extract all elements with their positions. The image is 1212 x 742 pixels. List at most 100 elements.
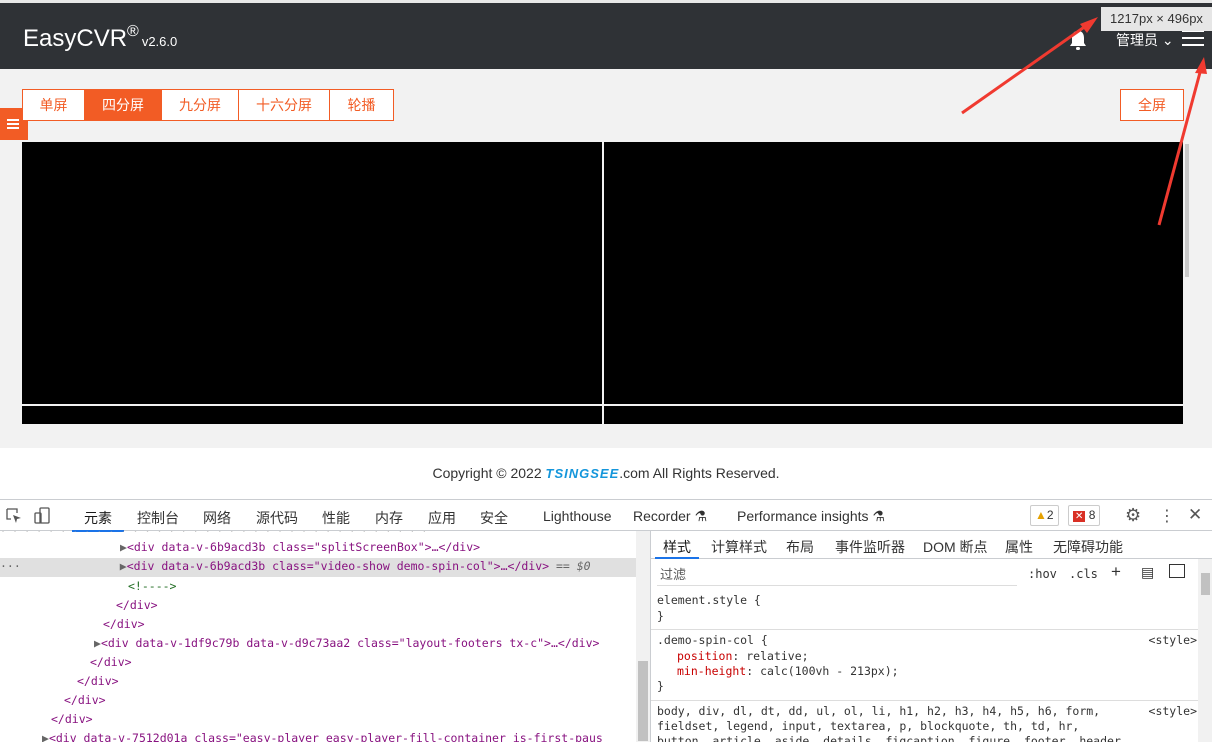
elements-scrollbar[interactable] — [636, 531, 650, 742]
tab-security[interactable]: 安全 — [480, 508, 508, 528]
warning-icon: ▲ — [1035, 508, 1047, 522]
page-scrollbar[interactable] — [1185, 144, 1189, 277]
tab-label: 十六分屏 — [256, 97, 312, 113]
tab-memory[interactable]: 内存 — [375, 508, 403, 528]
tab-single-screen[interactable]: 单屏 — [23, 90, 85, 120]
video-player-2[interactable] — [604, 142, 1183, 404]
tab-application[interactable]: 应用 — [428, 508, 456, 528]
tab-performance-insights[interactable]: Performance insights ⚗ — [737, 508, 885, 525]
dom-close-tag[interactable]: </div> — [77, 674, 119, 688]
warnings-count: 2 — [1046, 508, 1054, 522]
bell-icon[interactable] — [1068, 29, 1088, 51]
expand-triangle-icon[interactable]: ▶ — [42, 731, 49, 742]
dom-close-tag[interactable]: </div> — [116, 598, 158, 612]
rule-close-brace: } — [657, 679, 664, 693]
styles-pane: 样式 计算样式 布局 事件监听器 DOM 断点 属性 无障碍功能 过滤 :hov… — [650, 531, 1212, 742]
tab-lighthouse[interactable]: Lighthouse — [543, 508, 612, 524]
registered-mark: ® — [127, 23, 139, 40]
tab-recorder[interactable]: Recorder ⚗ — [633, 508, 707, 525]
devtools-toolbar: 元素 控制台 网络 源代码 性能 内存 应用 安全 Lighthouse Rec… — [0, 500, 1212, 532]
tab-computed[interactable]: 计算样式 — [711, 537, 767, 557]
more-options-icon[interactable]: ⋮ — [1159, 506, 1175, 526]
tab-sources[interactable]: 源代码 — [256, 508, 298, 528]
tab-nine-screen[interactable]: 九分屏 — [162, 90, 239, 120]
copyright-text: Copyright © 2022 — [432, 465, 546, 481]
body-reset-rule[interactable]: body, div, dl, dt, dd, ul, ol, li, h1, h… — [657, 704, 1197, 742]
rule-source-link[interactable]: <style> — [1149, 633, 1197, 647]
dom-close-tag[interactable]: </div> — [51, 712, 93, 726]
dom-close-tag[interactable]: </div> — [64, 693, 106, 707]
cls-toggle[interactable]: .cls — [1069, 567, 1098, 581]
dom-close-tag[interactable]: </div> — [90, 655, 132, 669]
rule-selector: .demo-spin-col { — [657, 633, 768, 647]
tab-styles[interactable]: 样式 — [663, 537, 691, 557]
scrollbar-thumb[interactable] — [1201, 573, 1210, 595]
menu-icon[interactable] — [1182, 30, 1204, 48]
inspect-element-icon[interactable] — [6, 508, 22, 524]
video-player-4[interactable] — [604, 406, 1183, 424]
tab-elements[interactable]: 元素 — [72, 508, 124, 532]
main-content: 单屏 四分屏 九分屏 十六分屏 轮播 全屏 — [0, 69, 1212, 448]
expand-triangle-icon[interactable]: ▶ — [94, 636, 101, 650]
dom-comment-node[interactable]: <!----> — [128, 579, 176, 593]
video-player-1[interactable] — [22, 142, 602, 404]
expand-triangle-icon[interactable]: ▶ — [120, 540, 127, 554]
expand-triangle-icon[interactable]: ▶ — [120, 559, 127, 573]
dom-close-tag[interactable]: </div> — [103, 617, 145, 631]
app-header: EasyCVR®v2.6.0 管理员 ⌄ 1217px × 496px — [0, 0, 1212, 69]
dom-node-easy-player[interactable]: ▶<div data-v-7512d01a class="easy-player… — [42, 731, 603, 742]
demo-spin-col-rule[interactable]: .demo-spin-col { <style> position: relat… — [657, 633, 1197, 693]
dom-node-text: <div data-v-6b9acd3b class="splitScreenB… — [126, 540, 481, 554]
rule-selector-line: button, article, aside, details, figcapt… — [657, 734, 1128, 742]
error-icon: ✕ — [1073, 511, 1086, 522]
rule-property[interactable]: position: relative; — [657, 649, 1197, 663]
chevron-down-icon: ⌄ — [1161, 32, 1174, 48]
property-value: relative; — [746, 649, 809, 663]
tab-console[interactable]: 控制台 — [137, 508, 179, 528]
dom-node-video-show-selected[interactable]: ··· ▶<div data-v-6b9acd3b class="video-sh… — [0, 558, 636, 577]
property-name: min-height — [677, 664, 747, 678]
element-style-rule[interactable]: element.style { } — [657, 593, 1197, 623]
app-version: v2.6.0 — [141, 34, 178, 49]
size-tooltip: 1217px × 496px — [1101, 7, 1212, 31]
tab-accessibility[interactable]: 无障碍功能 — [1053, 537, 1123, 557]
warnings-badge[interactable]: ▲2 — [1030, 505, 1059, 526]
errors-badge[interactable]: ✕ 8 — [1068, 505, 1101, 526]
fullscreen-button[interactable]: 全屏 — [1120, 89, 1184, 121]
hov-toggle[interactable]: :hov — [1028, 567, 1057, 581]
styles-scrollbar[interactable] — [1198, 559, 1212, 742]
new-rule-icon[interactable]: + — [1111, 562, 1121, 582]
tab-label: 单屏 — [39, 97, 68, 113]
tab-sixteen-screen[interactable]: 十六分屏 — [239, 90, 330, 120]
tab-network[interactable]: 网络 — [203, 508, 231, 528]
tab-carousel[interactable]: 轮播 — [330, 90, 393, 120]
rule-property[interactable]: min-height: calc(100vh - 213px); — [657, 664, 1197, 678]
active-tab-indicator — [655, 557, 699, 559]
page: EasyCVR®v2.6.0 管理员 ⌄ 1217px × 496px 单屏 四… — [0, 0, 1212, 742]
close-icon[interactable]: ✕ — [1188, 505, 1202, 525]
settings-gear-icon[interactable]: ⚙ — [1125, 505, 1141, 526]
rule-close-brace: } — [657, 609, 664, 623]
tab-properties[interactable]: 属性 — [1005, 537, 1033, 557]
paint-brush-icon[interactable]: ▤ — [1141, 564, 1154, 581]
element-style-selector: element.style { — [657, 593, 761, 607]
device-toolbar-icon[interactable] — [34, 507, 52, 525]
dom-node-layout-footers[interactable]: ▶<div data-v-1df9c79b data-v-d9c73aa2 cl… — [94, 636, 599, 650]
tab-label: 四分屏 — [102, 97, 144, 113]
tab-event-listeners[interactable]: 事件监听器 — [835, 537, 905, 557]
styles-tabs: 样式 计算样式 布局 事件监听器 DOM 断点 属性 无障碍功能 — [651, 531, 1212, 559]
dom-node-split-screen-box[interactable]: ▶<div data-v-6b9acd3b class="splitScreen… — [120, 540, 480, 554]
toggle-sidebar-icon[interactable] — [1169, 564, 1185, 578]
scrollbar-thumb[interactable] — [638, 661, 648, 741]
tab-layout[interactable]: 布局 — [786, 537, 814, 557]
tab-dom-breakpoints[interactable]: DOM 断点 — [923, 537, 988, 557]
rule-separator — [651, 629, 1199, 630]
brand-logo[interactable]: EasyCVR®v2.6.0 — [23, 23, 177, 53]
video-player-3[interactable] — [22, 406, 602, 424]
tab-performance[interactable]: 性能 — [322, 508, 350, 528]
ellipsis-icon: ··· — [0, 559, 21, 573]
rule-source-link[interactable]: <style> — [1149, 704, 1197, 718]
styles-filter-input[interactable]: 过滤 — [657, 564, 1017, 586]
user-menu[interactable]: 管理员 ⌄ — [1116, 30, 1174, 50]
tab-four-screen[interactable]: 四分屏 — [85, 90, 162, 120]
